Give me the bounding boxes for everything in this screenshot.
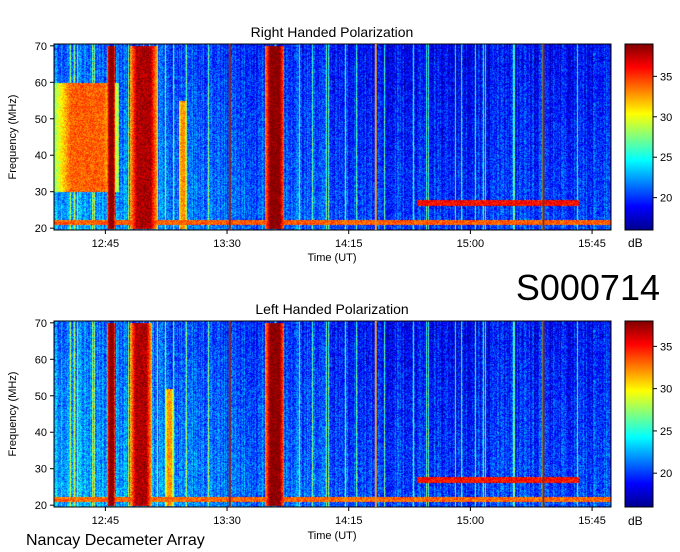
- lh-y-tick-label: 20: [35, 500, 47, 512]
- rh-colorbar-tick-label: 20: [660, 193, 672, 205]
- rh-y-axis-label: Frequency (MHz): [7, 95, 19, 180]
- lh-x-axis-label: Time (UT): [307, 530, 356, 542]
- lh-x-tick-label: 15:00: [457, 515, 485, 527]
- lh-x-tick-label: 13:30: [213, 515, 241, 527]
- rh-y-axis: 20 30 40 50 60 70: [35, 41, 54, 235]
- rh-colorbar-tick-label: 25: [660, 152, 672, 164]
- lh-colorbar-tick-label: 30: [660, 384, 672, 396]
- rh-colorbar-tick-label: 30: [660, 112, 672, 124]
- lh-y-tick-label: 60: [35, 354, 47, 366]
- lh-x-tick-label: 14:15: [335, 515, 363, 527]
- lh-y-tick-label: 40: [35, 427, 47, 439]
- lh-x-tick-label: 15:45: [578, 515, 606, 527]
- lh-colorbar-tick-label: 35: [660, 341, 672, 353]
- lh-y-tick-label: 30: [35, 464, 47, 476]
- rh-colorbar-tick-label: 35: [660, 71, 672, 83]
- lh-y-tick-label: 50: [35, 391, 47, 403]
- rh-colorbar: [624, 43, 654, 231]
- lh-colorbar: [624, 320, 654, 508]
- rh-y-tick-label: 50: [35, 114, 47, 126]
- lh-x-axis: 12:45 13:30 14:15 15:00 15:45: [92, 507, 606, 527]
- rh-y-tick-label: 70: [35, 41, 47, 53]
- instrument-label: Nancay Decameter Array: [26, 532, 205, 549]
- rh-x-axis: 12:45 13:30 14:15 15:00 15:45: [92, 230, 606, 250]
- rh-y-tick-label: 40: [35, 150, 47, 162]
- rh-panel: Right Handed Polarization 20 30 40 50 60 70 1…: [7, 24, 672, 264]
- lh-colorbar-tick-label: 20: [660, 468, 672, 480]
- lh-y-axis-label: Frequency (MHz): [7, 372, 19, 457]
- rh-x-axis-label: Time (UT): [307, 252, 356, 264]
- rh-spectrogram-image: [54, 44, 611, 230]
- rh-x-tick-label: 15:00: [457, 238, 485, 250]
- lh-panel: Left Handed Polarization 20 30 40 50 60 70 12…: [7, 301, 672, 542]
- rh-x-tick-label: 15:45: [578, 238, 606, 250]
- lh-spectrogram-image: [54, 321, 611, 507]
- rh-x-tick-label: 13:30: [213, 238, 241, 250]
- rh-colorbar-axis: 20 25 30 35: [653, 71, 672, 205]
- rh-x-tick-label: 14:15: [335, 238, 363, 250]
- rh-title: Right Handed Polarization: [251, 24, 414, 40]
- rh-y-tick-label: 20: [35, 223, 47, 235]
- rh-y-tick-label: 30: [35, 187, 47, 199]
- lh-y-tick-label: 70: [35, 318, 47, 330]
- lh-colorbar-tick-label: 25: [660, 426, 672, 438]
- lh-title: Left Handed Polarization: [255, 301, 408, 317]
- lh-colorbar-label: dB: [628, 514, 643, 528]
- lh-x-tick-label: 12:45: [92, 515, 120, 527]
- lh-y-axis: 20 30 40 50 60 70: [35, 318, 54, 512]
- lh-colorbar-axis: 20 25 30 35: [653, 341, 672, 480]
- rh-colorbar-label: dB: [628, 236, 643, 250]
- observation-id: S000714: [516, 267, 660, 308]
- rh-y-tick-label: 60: [35, 77, 47, 89]
- spectrogram-figure: Right Handed Polarization 20 30 40 50 60 70 1…: [7, 24, 672, 549]
- rh-x-tick-label: 12:45: [92, 238, 120, 250]
